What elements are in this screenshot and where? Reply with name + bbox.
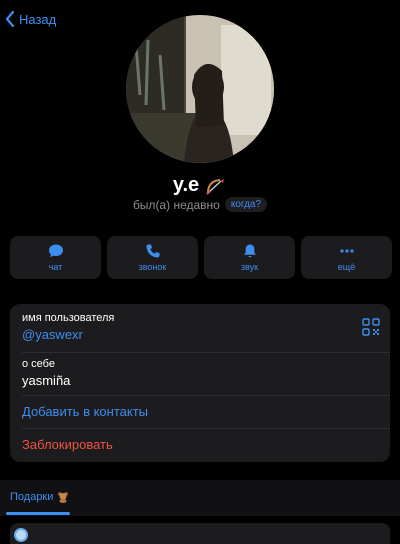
more-dots-icon (339, 249, 354, 253)
status-row: был(а) недавно когда? (0, 197, 400, 212)
avatar-photo (126, 15, 274, 163)
qr-code-icon[interactable] (362, 318, 380, 336)
bow-arrow-icon (206, 178, 225, 195)
when-button[interactable]: когда? (224, 197, 268, 212)
gift-badge-icon (14, 528, 28, 542)
chat-label: чат (48, 262, 63, 272)
tab-active-indicator (6, 512, 70, 515)
chat-bubble-icon (48, 244, 63, 258)
sound-button[interactable]: звук (204, 236, 295, 279)
more-label: ещё (337, 262, 356, 272)
divider (22, 428, 390, 429)
about-value: yasmiña (22, 373, 71, 388)
add-contact-button[interactable]: Добавить в контакты (22, 404, 378, 419)
chat-button[interactable]: чат (10, 236, 101, 279)
call-button[interactable]: звонок (107, 236, 198, 279)
more-button[interactable]: ещё (301, 236, 392, 279)
last-seen-status: был(а) недавно (132, 197, 220, 212)
teddy-bear-icon (58, 492, 69, 503)
sound-label: звук (240, 262, 259, 272)
tab-gifts-label: Подарки (10, 491, 54, 503)
about-row: о себе yasmiña (22, 358, 378, 388)
profile-name: y.e (172, 174, 200, 196)
profile-info-card: имя пользователя @yaswexr о себе yasmiña… (10, 304, 390, 462)
profile-tabs: Подарки (0, 480, 400, 516)
divider (22, 352, 390, 353)
back-button[interactable]: Назад (4, 10, 56, 28)
back-label: Назад (19, 11, 57, 27)
chevron-left-icon (5, 10, 15, 28)
block-button[interactable]: Заблокировать (22, 437, 378, 452)
username-value[interactable]: @yaswexr (22, 327, 378, 342)
profile-name-row: y.e (0, 174, 400, 197)
call-label: звонок (138, 262, 167, 272)
divider (22, 395, 390, 396)
phone-icon (146, 244, 159, 258)
gift-item[interactable] (10, 523, 390, 544)
action-bar: чат звонок звук ещё (10, 236, 392, 279)
profile-avatar[interactable] (126, 15, 274, 163)
about-label: о себе (22, 358, 55, 370)
username-label: имя пользователя (22, 312, 115, 324)
tab-gifts[interactable]: Подарки (10, 491, 69, 503)
bell-icon (243, 244, 256, 258)
username-row[interactable]: имя пользователя @yaswexr (22, 312, 378, 342)
